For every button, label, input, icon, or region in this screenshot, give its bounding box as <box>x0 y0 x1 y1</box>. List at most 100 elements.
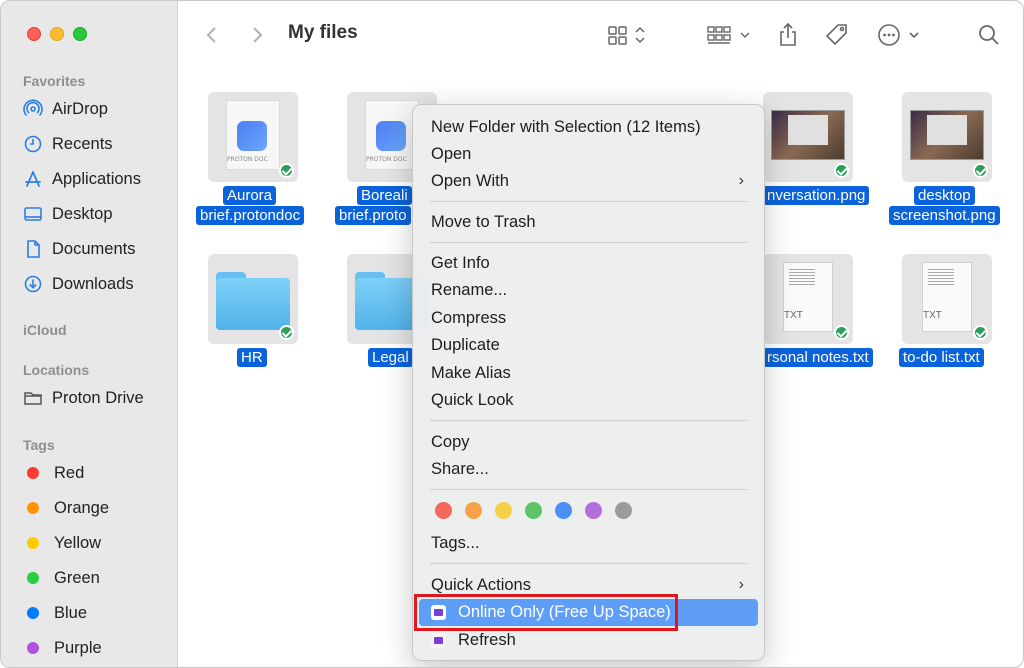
sidebar-section-locations: Locations <box>23 362 90 378</box>
menu-item-label: Quick Actions <box>431 575 531 594</box>
file-name[interactable]: to-do list.txt <box>899 348 984 367</box>
menu-item-label: Quick Look <box>431 390 514 409</box>
tag-color-dot-6[interactable] <box>615 502 632 519</box>
sidebar-item-label: Blue <box>54 603 88 622</box>
back-button[interactable] <box>201 21 223 49</box>
tag-color-dot-4[interactable] <box>555 502 572 519</box>
file-name[interactable]: screenshot.png <box>889 206 1000 225</box>
search-button[interactable] <box>976 21 1002 49</box>
menu-separator <box>430 489 747 490</box>
sidebar: Favorites AirDrop Recents Applications D… <box>1 1 178 667</box>
ellipsis-circle-icon <box>878 24 919 46</box>
airdrop-icon <box>23 99 43 119</box>
sidebar-item-label: AirDrop <box>52 99 108 118</box>
group-by-button[interactable] <box>707 21 753 49</box>
more-actions-button[interactable] <box>876 21 924 49</box>
menu-separator <box>430 242 747 243</box>
sidebar-tag-purple[interactable]: Purple <box>23 635 102 661</box>
file-thumbnail[interactable]: TXT <box>763 254 853 344</box>
menu-item-label: Rename... <box>431 280 508 299</box>
download-icon <box>23 274 43 294</box>
menu-item-tags[interactable]: Tags... <box>419 530 758 556</box>
menu-item-rename[interactable]: Rename... <box>419 277 758 303</box>
forward-button[interactable] <box>246 21 268 49</box>
chevron-left-icon <box>206 27 216 43</box>
menu-item-label: New Folder with Selection (12 Items) <box>431 117 701 136</box>
tag-dot-icon <box>27 467 39 479</box>
sidebar-tag-red[interactable]: Red <box>23 460 84 486</box>
group-grid-icon <box>707 26 750 44</box>
file-name[interactable]: brief.protondoc <box>196 206 305 225</box>
file-thumbnail[interactable] <box>763 92 853 182</box>
menu-item-open[interactable]: Open <box>419 141 758 167</box>
sidebar-item-recents[interactable]: Recents <box>23 131 113 157</box>
minimize-window-button[interactable] <box>50 27 64 41</box>
sidebar-tag-blue[interactable]: Blue <box>23 600 87 626</box>
chevron-right-icon <box>253 27 263 43</box>
menu-item-copy[interactable]: Copy <box>419 429 758 455</box>
sidebar-item-label: Desktop <box>52 204 113 223</box>
file-thumbnail[interactable] <box>902 92 992 182</box>
sidebar-tag-yellow[interactable]: Yellow <box>23 530 101 556</box>
chevron-right-icon: › <box>738 172 744 189</box>
sidebar-tag-orange[interactable]: Orange <box>23 495 109 521</box>
file-name[interactable]: rsonal notes.txt <box>763 348 873 367</box>
file-name[interactable]: Boreali <box>357 186 412 205</box>
sidebar-item-label: Proton Drive <box>52 388 144 407</box>
menu-item-move-to-trash[interactable]: Move to Trash <box>419 209 758 235</box>
menu-item-share[interactable]: Share... <box>419 456 758 482</box>
tag-color-dot-3[interactable] <box>525 502 542 519</box>
folder-name[interactable]: HR <box>237 348 267 367</box>
close-window-button[interactable] <box>27 27 41 41</box>
view-mode-button[interactable] <box>605 21 649 49</box>
sidebar-item-proton-drive[interactable]: Proton Drive <box>23 385 144 411</box>
sidebar-section-tags: Tags <box>23 437 55 453</box>
sidebar-item-label: Purple <box>54 638 102 657</box>
menu-item-make-alias[interactable]: Make Alias <box>419 360 758 386</box>
sidebar-item-documents[interactable]: Documents <box>23 236 135 262</box>
doc-type-label: TXT <box>923 310 942 321</box>
sidebar-item-airdrop[interactable]: AirDrop <box>23 96 108 122</box>
sidebar-item-label: Orange <box>54 498 110 517</box>
sidebar-section-favorites: Favorites <box>23 73 86 89</box>
menu-item-compress[interactable]: Compress <box>419 305 758 331</box>
folder-name[interactable]: Legal <box>368 348 413 367</box>
tag-button[interactable] <box>823 21 851 49</box>
highlight-annotation-box <box>414 594 678 631</box>
tag-color-dot-2[interactable] <box>495 502 512 519</box>
file-name[interactable]: desktop <box>914 186 975 205</box>
file-name[interactable]: Aurora <box>223 186 277 205</box>
sidebar-item-downloads[interactable]: Downloads <box>23 271 134 297</box>
sidebar-tag-green[interactable]: Green <box>23 565 100 591</box>
menu-separator <box>430 201 747 202</box>
tag-color-row <box>435 502 635 520</box>
menu-separator <box>430 420 747 421</box>
chevron-right-icon: › <box>738 576 744 593</box>
menu-item-label: Open <box>431 144 472 163</box>
menu-item-quick-look[interactable]: Quick Look <box>419 387 758 413</box>
tag-color-dot-0[interactable] <box>435 502 452 519</box>
menu-item-open-with[interactable]: Open With › <box>419 168 758 194</box>
menu-item-get-info[interactable]: Get Info <box>419 250 758 276</box>
tag-color-dot-5[interactable] <box>585 502 602 519</box>
file-thumbnail[interactable]: PROTON DOC <box>208 92 298 182</box>
zoom-window-button[interactable] <box>73 27 87 41</box>
sidebar-item-applications[interactable]: Applications <box>23 166 141 192</box>
file-name[interactable]: nversation.png <box>763 186 870 205</box>
screenshot-image <box>771 110 845 160</box>
tag-color-dot-1[interactable] <box>465 502 482 519</box>
synced-check-icon <box>279 325 294 340</box>
sidebar-item-label: Recents <box>52 134 113 153</box>
folder-thumbnail[interactable] <box>208 254 298 344</box>
tag-dot-icon <box>27 502 39 514</box>
proton-doc-icon: PROTON DOC <box>365 100 419 170</box>
doc-type-label: PROTON DOC <box>227 156 268 163</box>
share-button[interactable] <box>775 21 801 49</box>
file-name[interactable]: brief.proto <box>335 206 411 225</box>
menu-item-new-folder-with-selection[interactable]: New Folder with Selection (12 Items) <box>419 114 758 140</box>
menu-item-duplicate[interactable]: Duplicate <box>419 332 758 358</box>
menu-item-label: Copy <box>431 432 470 451</box>
doc-type-label: TXT <box>784 310 803 321</box>
file-thumbnail[interactable]: TXT <box>902 254 992 344</box>
sidebar-item-desktop[interactable]: Desktop <box>23 201 113 227</box>
